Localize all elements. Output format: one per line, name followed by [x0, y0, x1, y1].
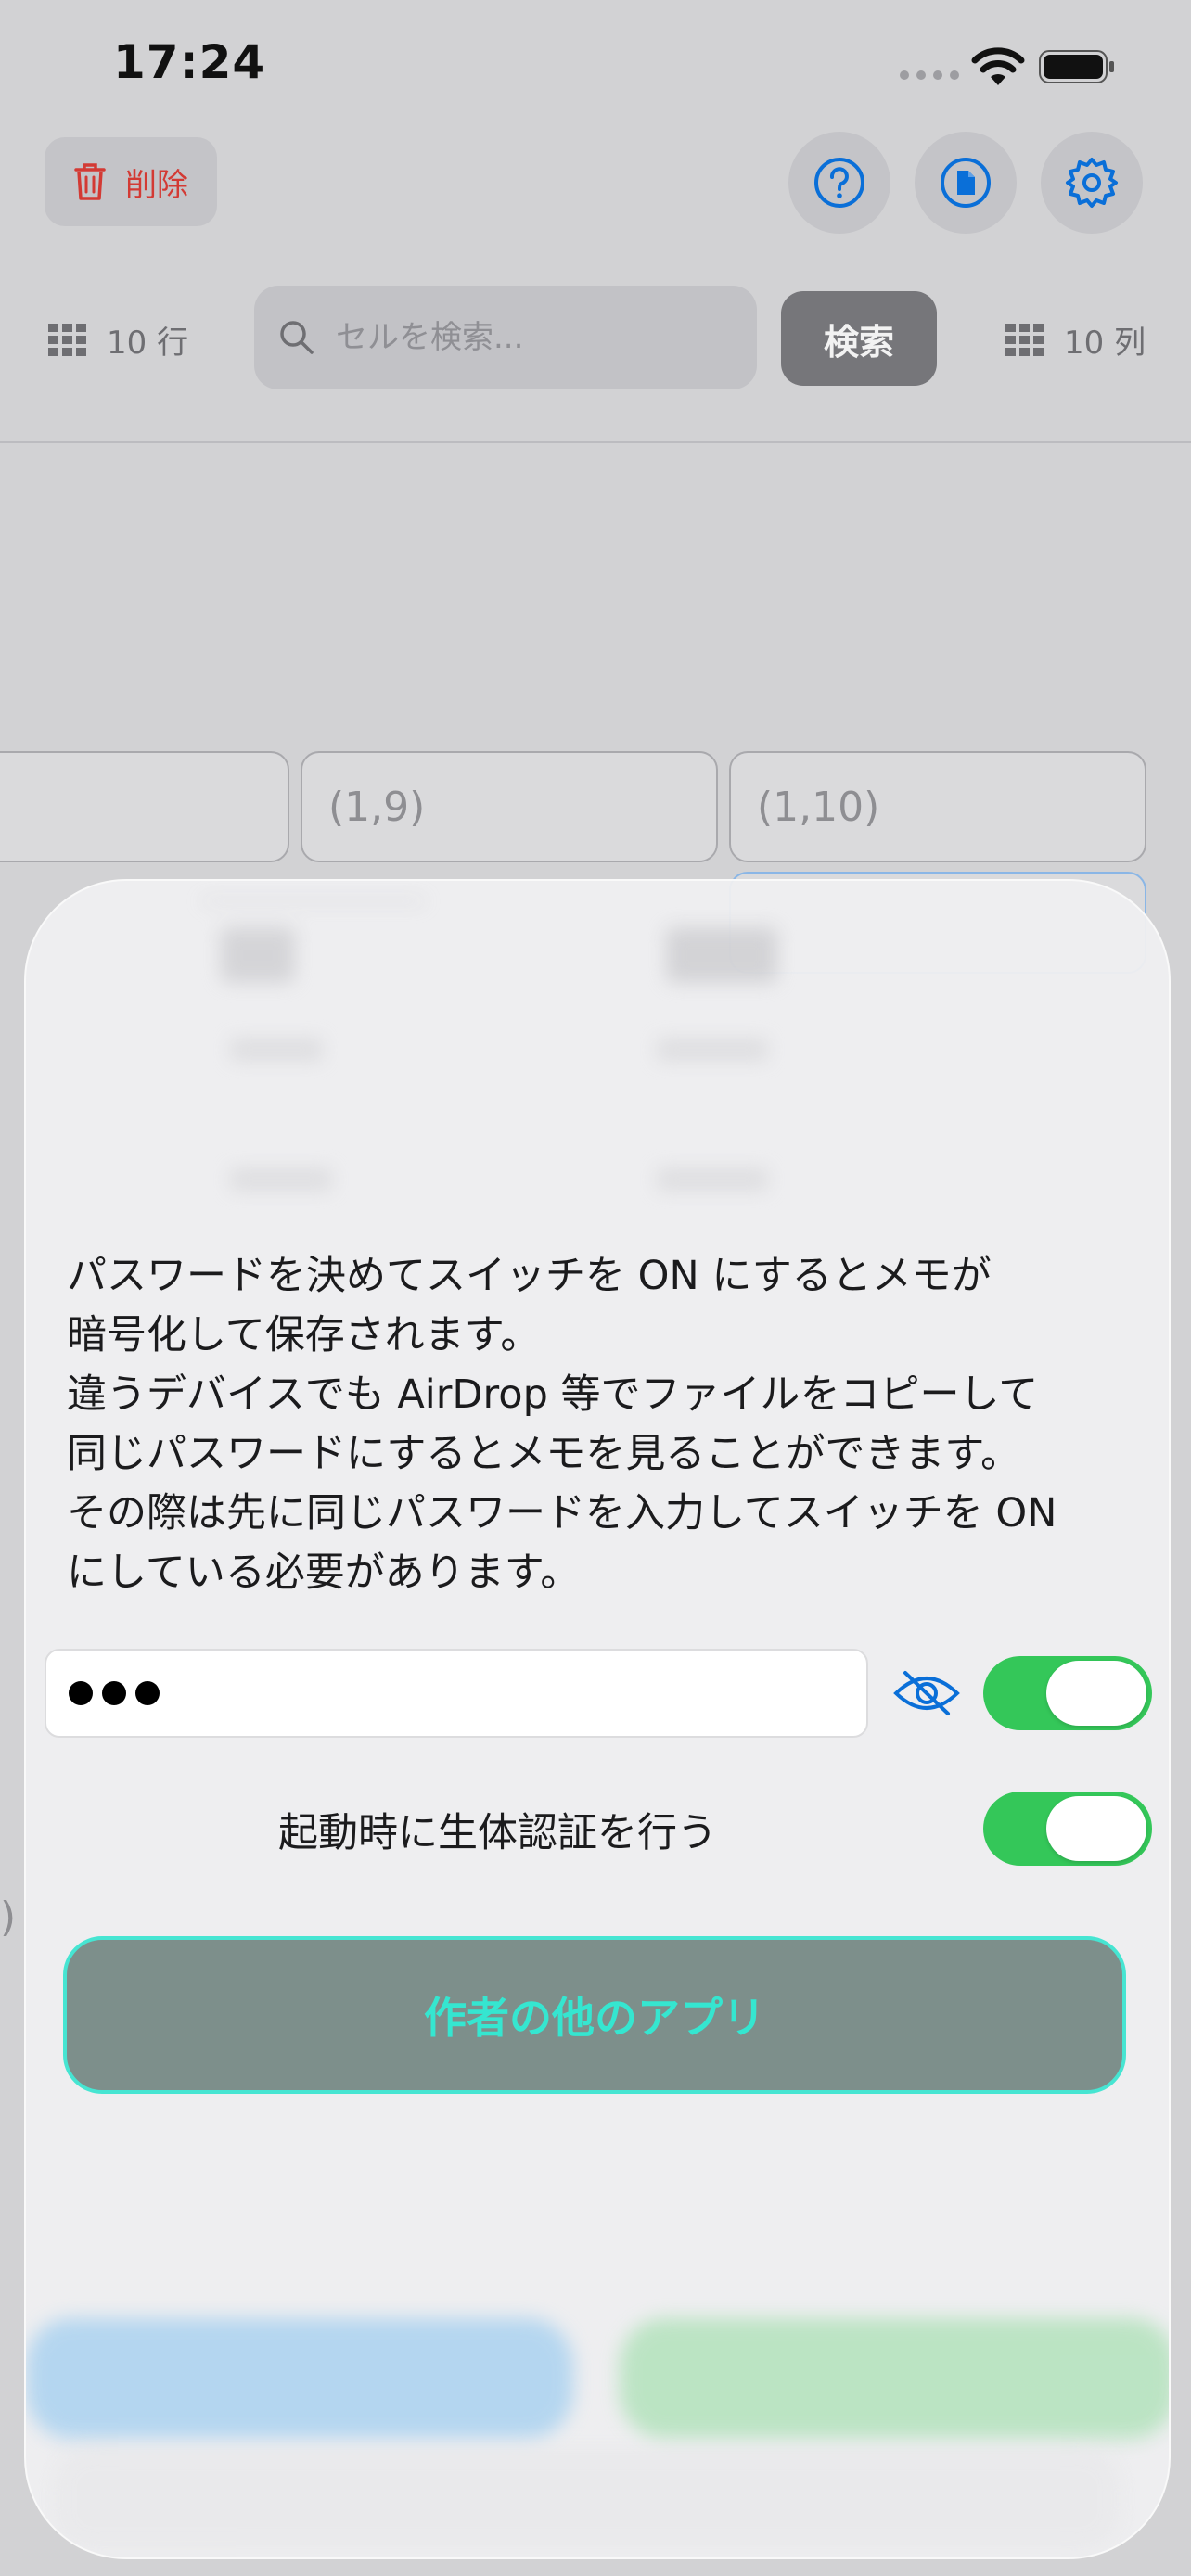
column-count-label: 10 列 — [1064, 325, 1146, 362]
blurred-button — [620, 2318, 1169, 2439]
search-button[interactable]: 検索 — [781, 291, 937, 386]
description-line: にしている必要があります。 — [67, 1549, 581, 1596]
biometric-toggle[interactable] — [983, 1792, 1152, 1866]
status-time: 17:24 — [113, 35, 266, 89]
cell-label: (1,9) — [328, 783, 426, 831]
description-line: 暗号化して保存されます。 — [67, 1312, 541, 1358]
other-apps-button[interactable]: 作者の他のアプリ — [63, 1936, 1126, 2094]
toggle-knob — [1046, 1796, 1146, 1861]
search-field[interactable] — [254, 286, 757, 389]
blurred-bar — [54, 2448, 1121, 2550]
column-count[interactable]: 10 列 — [1005, 317, 1146, 363]
description-line: パスワードを決めてスイッチを ON にするとメモが — [67, 1253, 992, 1299]
description-line: その際は先に同じパスワードを入力してスイッチを ON — [67, 1490, 1057, 1537]
search-icon — [280, 321, 314, 354]
description-line: 違うデバイスでも AirDrop 等でファイルをコピーして — [67, 1371, 1039, 1418]
question-circle-icon — [814, 158, 864, 208]
help-button[interactable] — [788, 132, 890, 234]
toggle-knob — [1046, 1661, 1146, 1726]
grid-cell-header[interactable]: (1,9) — [301, 751, 718, 862]
grid-cell-header[interactable]: (1,10) — [729, 751, 1146, 862]
cell-label: (1,10) — [757, 783, 880, 831]
search-input[interactable] — [334, 318, 727, 357]
password-dots — [69, 1681, 160, 1705]
row-count-label: 10 行 — [107, 325, 189, 362]
trash-icon — [74, 163, 106, 200]
grid-icon — [48, 324, 86, 356]
gear-icon — [1066, 158, 1118, 208]
encryption-description: パスワードを決めてスイッチを ON にするとメモが 暗号化して保存されます。 違… — [67, 1246, 1143, 1602]
description-line: 同じパスワードにするとメモを見ることができます。 — [67, 1431, 1021, 1477]
document-icon — [941, 158, 991, 208]
grid-cell[interactable] — [0, 751, 289, 862]
battery-icon — [1039, 50, 1114, 83]
settings-button[interactable] — [1041, 132, 1143, 234]
eye-slash-icon[interactable] — [892, 1667, 961, 1719]
blurred-button — [26, 2318, 573, 2439]
grid-edge-text: ) — [0, 1894, 17, 1941]
wifi-icon — [971, 47, 1025, 85]
biometric-label: 起動時に生体認証を行う — [278, 1810, 717, 1856]
cellular-signal-icon — [900, 70, 959, 80]
encryption-toggle[interactable] — [983, 1656, 1152, 1730]
password-field[interactable] — [45, 1649, 868, 1738]
document-button[interactable] — [915, 132, 1017, 234]
delete-button[interactable]: 削除 — [45, 137, 217, 226]
grid-icon — [1005, 324, 1044, 356]
delete-label: 削除 — [125, 166, 188, 204]
divider — [0, 441, 1191, 443]
row-count[interactable]: 10 行 — [48, 317, 188, 363]
